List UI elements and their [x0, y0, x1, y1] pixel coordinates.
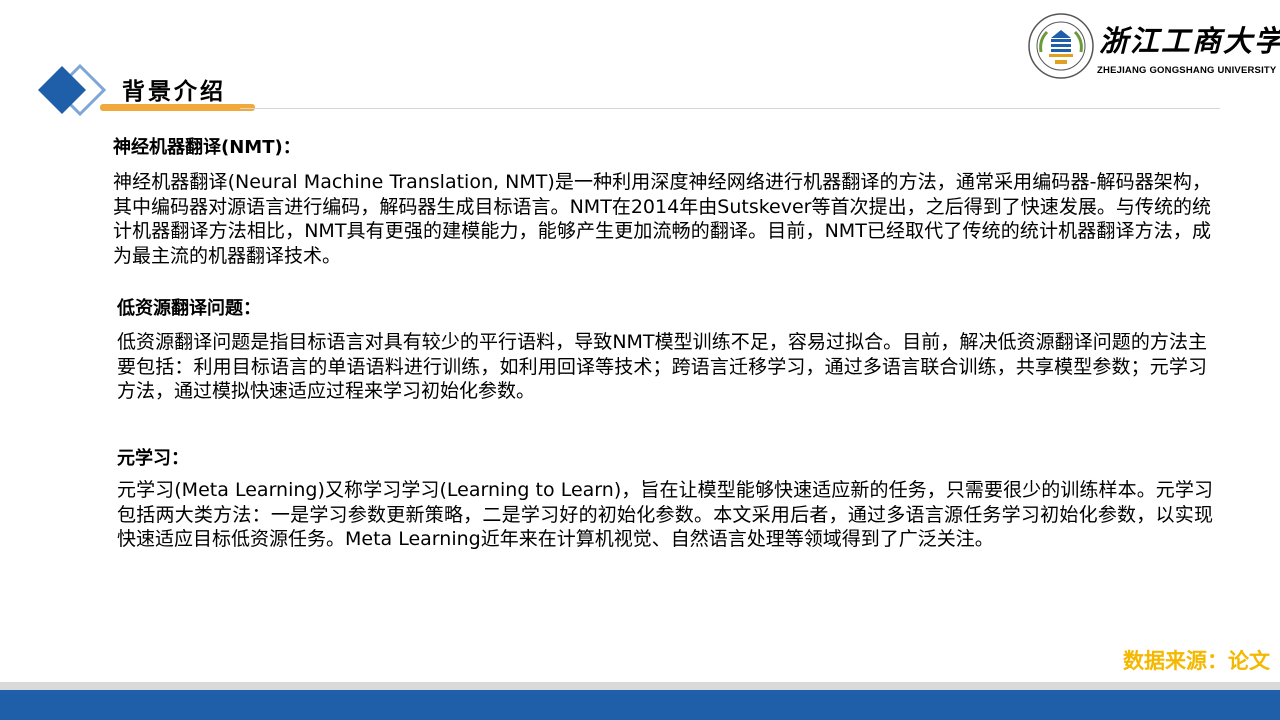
university-logo: 浙江工商大学 ZHEJIANG GONGSHANG UNIVERSITY — [1027, 12, 1280, 84]
university-name-cn: 浙江工商大学 — [1099, 24, 1280, 58]
section-heading-low-resource: 低资源翻译问题： — [117, 298, 261, 319]
header-divider — [240, 108, 1220, 109]
diamond-icon — [38, 63, 107, 117]
section-body-meta-learning: 元学习(Meta Learning)又称学习学习(Learning to Lea… — [117, 479, 1213, 550]
source-note: 数据来源：论文 — [1123, 649, 1270, 673]
university-seal-icon — [1028, 13, 1094, 79]
section-heading-nmt: 神经机器翻译(NMT)： — [113, 137, 301, 158]
university-name-en: ZHEJIANG GONGSHANG UNIVERSITY — [1097, 65, 1277, 76]
slide: 背景介绍 浙江工商大学 ZHEJIANG GONGSHANG UNIVERSIT… — [0, 0, 1280, 720]
section-body-low-resource: 低资源翻译问题是指目标语言对具有较少的平行语料，导致NMT模型训练不足，容易过拟… — [117, 331, 1207, 402]
diamond-front — [38, 66, 86, 114]
footer-blue-bar — [0, 690, 1280, 720]
footer-gray-bar — [0, 682, 1280, 690]
section-heading-meta-learning: 元学习： — [117, 448, 189, 469]
page-title: 背景介绍 — [122, 79, 226, 105]
section-body-nmt: 神经机器翻译(Neural Machine Translation, NMT)是… — [113, 171, 1211, 267]
